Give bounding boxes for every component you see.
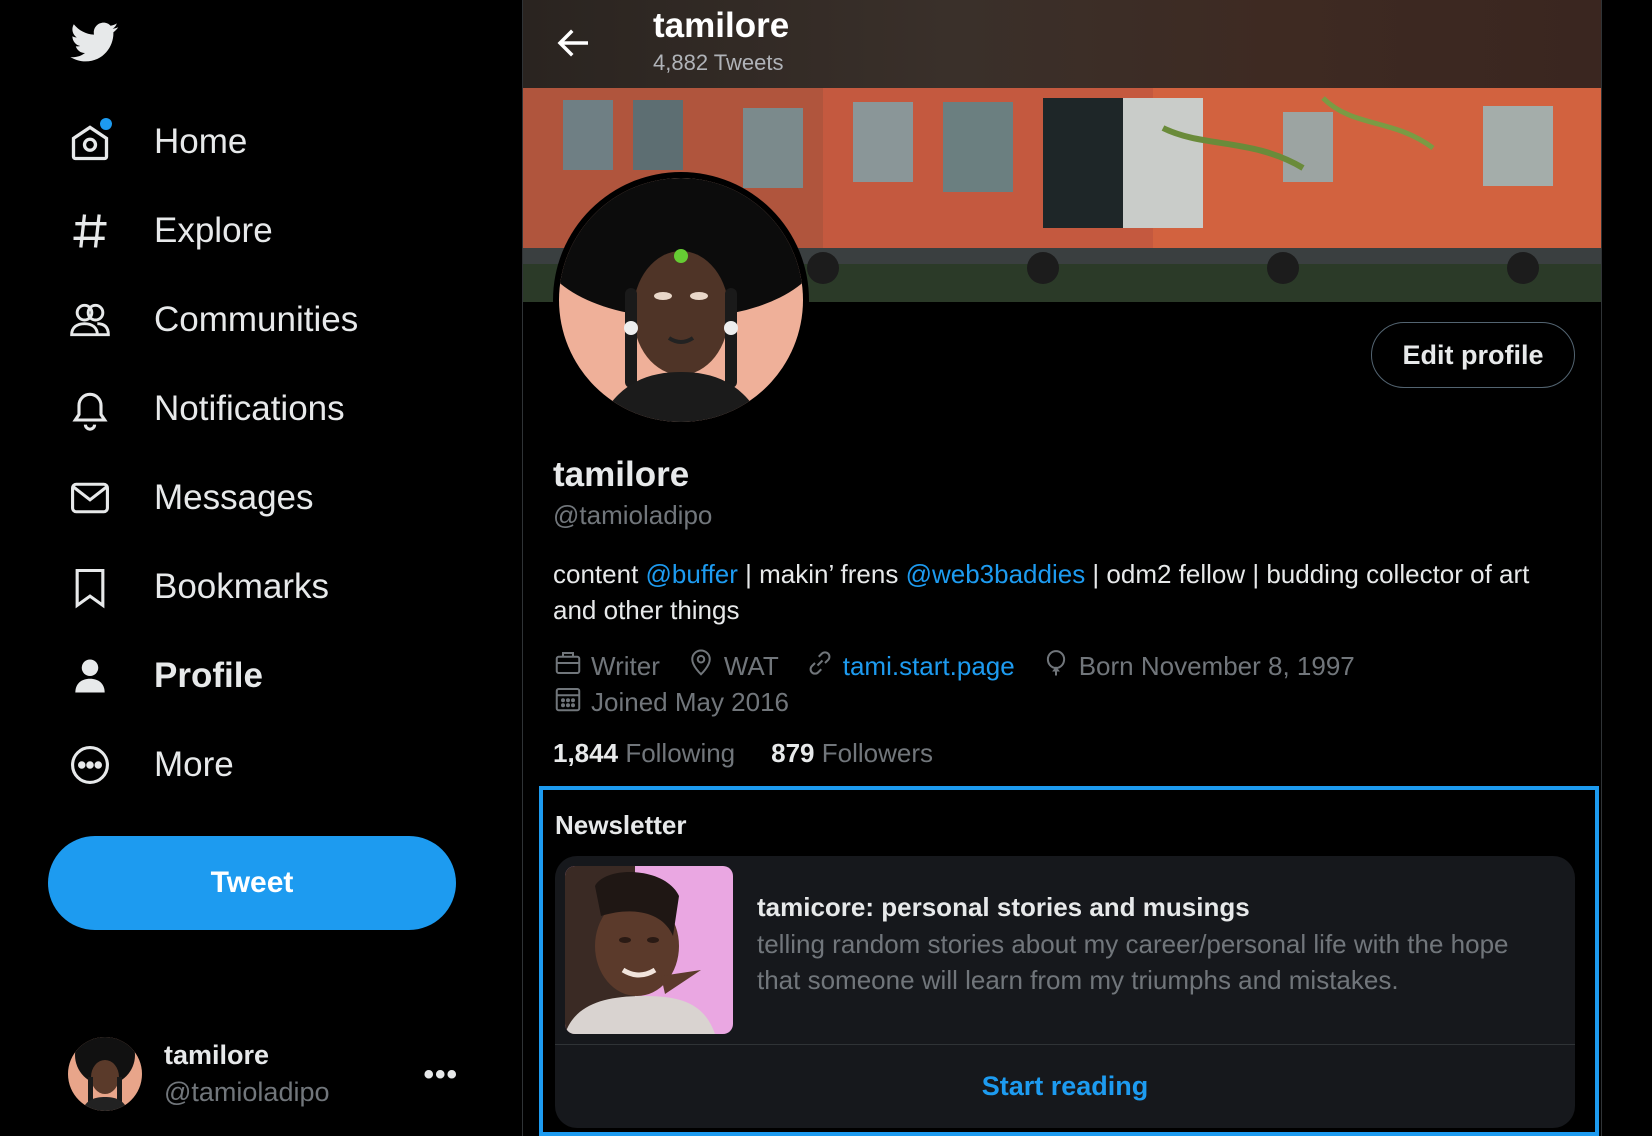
edit-profile-button[interactable]: Edit profile <box>1371 322 1575 388</box>
nav-profile[interactable]: Profile <box>66 640 263 712</box>
back-arrow-icon[interactable] <box>553 22 595 64</box>
header-title: tamilore <box>653 6 790 45</box>
briefcase-icon <box>553 648 591 685</box>
tweet-count: 4,882 Tweets <box>653 50 784 75</box>
sidebar: Home Explore Communities Notifications M… <box>0 0 522 1136</box>
balloon-icon <box>1041 648 1079 685</box>
joined-text: Joined May 2016 <box>591 686 790 717</box>
newsletter-description: telling random stories about my career/p… <box>757 929 1509 995</box>
notification-dot <box>100 118 112 130</box>
following-label: Following <box>625 738 736 768</box>
mention-web3baddies-link[interactable]: @web3baddies <box>906 559 1086 589</box>
account-name: tamilore <box>164 1040 270 1070</box>
mention-buffer-link[interactable]: @buffer <box>646 559 738 589</box>
hashtag-icon <box>66 207 114 255</box>
profile-avatar[interactable] <box>553 172 809 428</box>
profile-stats: 1,844 Following 879 Followers <box>553 738 969 769</box>
nav-more-label: More <box>154 745 234 784</box>
profile-column: tamilore 4,882 Tweets Edit profile tamil… <box>522 0 1602 1136</box>
more-circle-icon <box>66 741 114 789</box>
nav-bookmarks[interactable]: Bookmarks <box>66 551 329 623</box>
bell-icon <box>66 385 114 433</box>
nav-explore[interactable]: Explore <box>66 195 273 267</box>
account-handle: @tamioladipo <box>164 1077 330 1107</box>
person-icon <box>66 652 114 700</box>
account-more-icon[interactable]: ••• <box>423 1058 458 1092</box>
profile-name: tamilore <box>553 455 690 494</box>
profile-handle: @tamioladipo <box>553 500 713 530</box>
bio-text: content <box>553 559 646 589</box>
birthday-text: Born November 8, 1997 <box>1078 650 1355 681</box>
nav-messages-label: Messages <box>154 478 314 517</box>
calendar-icon <box>553 684 591 721</box>
nav-notifications-label: Notifications <box>154 389 345 428</box>
start-reading-button[interactable]: Start reading <box>555 1044 1575 1128</box>
nav-home-label: Home <box>154 122 248 161</box>
meta-birthday: Born November 8, 1997 <box>1041 648 1355 685</box>
profile-meta: Writer WAT tami.start.page Born November… <box>553 648 1573 720</box>
newsletter-section-title: Newsletter <box>555 810 687 840</box>
nav-messages[interactable]: Messages <box>66 462 314 534</box>
newsletter-section: Newsletter tamicore: personal stories an… <box>539 786 1599 1136</box>
meta-job: Writer <box>553 648 660 685</box>
job-text: Writer <box>591 650 660 681</box>
nav-communities-label: Communities <box>154 300 359 339</box>
tweet-button[interactable]: Tweet <box>48 836 456 930</box>
following-link[interactable]: 1,844 Following <box>553 738 735 769</box>
link-icon <box>805 648 843 685</box>
account-switcher[interactable]: tamilore @tamioladipo ••• <box>68 1036 488 1112</box>
profile-bio: content @buffer | makin’ frens @web3badd… <box>553 556 1563 628</box>
followers-count: 879 <box>771 738 815 768</box>
nav-notifications[interactable]: Notifications <box>66 373 345 445</box>
nav-more[interactable]: More <box>66 729 234 801</box>
followers-label: Followers <box>821 738 934 768</box>
location-text: WAT <box>723 650 779 681</box>
profile-header-bar: tamilore 4,882 Tweets <box>523 0 1601 88</box>
newsletter-card[interactable]: tamicore: personal stories and musings t… <box>555 856 1575 1128</box>
home-icon <box>66 118 114 166</box>
communities-icon <box>66 296 114 344</box>
following-count: 1,844 <box>553 738 619 768</box>
newsletter-thumbnail <box>565 866 733 1034</box>
avatar <box>68 1037 142 1111</box>
meta-joined: Joined May 2016 <box>553 684 789 721</box>
newsletter-name: tamicore: personal stories and musings <box>757 892 1250 922</box>
followers-link[interactable]: 879 Followers <box>771 738 933 769</box>
nav-bookmarks-label: Bookmarks <box>154 567 330 606</box>
nav-home[interactable]: Home <box>66 106 247 178</box>
envelope-icon <box>66 474 114 522</box>
twitter-bird-icon[interactable] <box>68 18 122 66</box>
meta-website: tami.start.page <box>805 648 1015 685</box>
nav-communities[interactable]: Communities <box>66 284 358 356</box>
website-link[interactable]: tami.start.page <box>843 651 1015 682</box>
nav-explore-label: Explore <box>154 211 273 250</box>
location-pin-icon <box>686 648 724 685</box>
nav-profile-label: Profile <box>154 656 263 695</box>
bookmark-icon <box>66 563 114 611</box>
meta-location: WAT <box>686 648 779 685</box>
bio-text: | makin’ frens <box>737 559 906 589</box>
